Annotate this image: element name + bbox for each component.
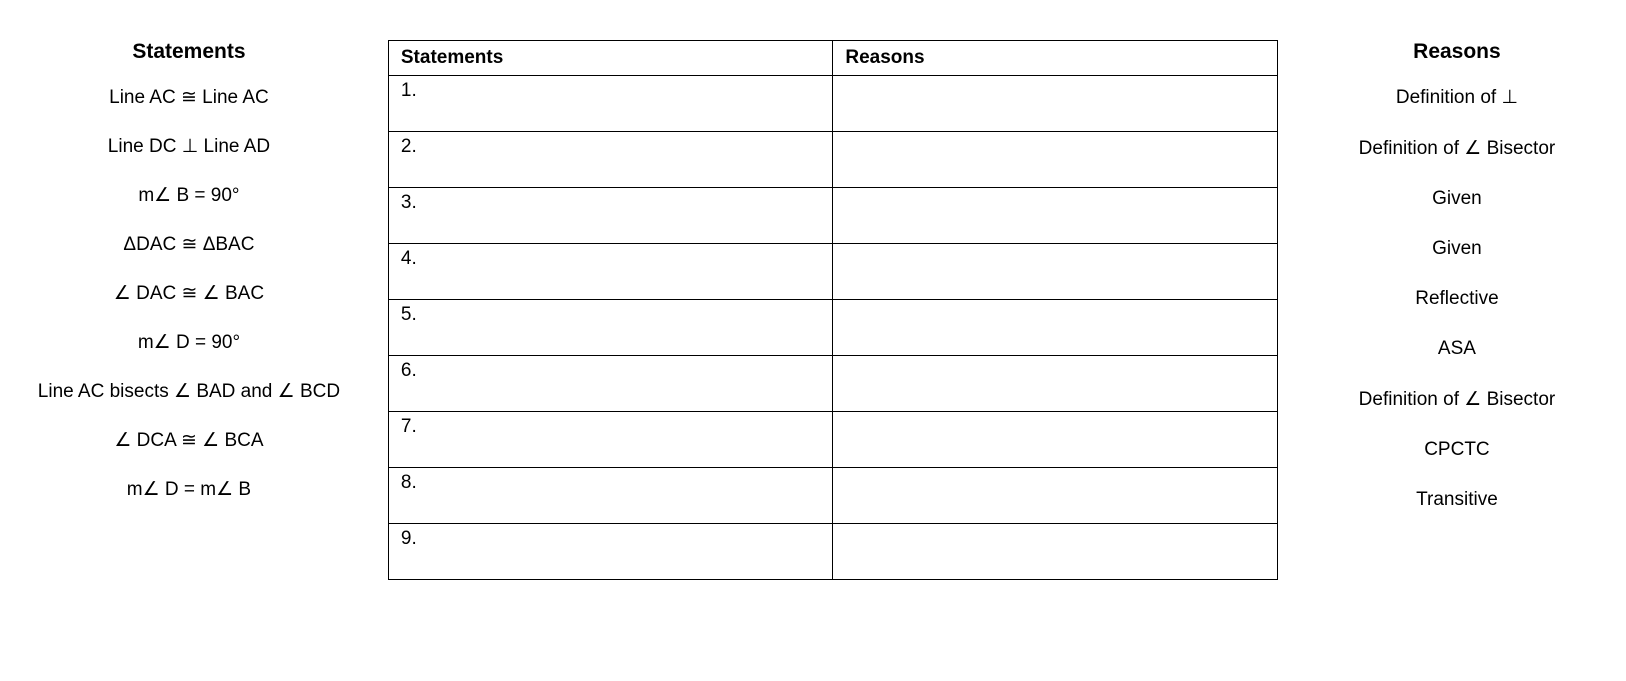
reason-bank-item[interactable]: Given [1308,238,1606,260]
reason-bank-item[interactable]: Transitive [1308,489,1606,511]
proof-table-header-statements: Statements [388,41,833,76]
statements-bank-heading: Statements [20,40,358,64]
statement-cell[interactable]: 5. [388,300,833,356]
proof-table-header-reasons: Reasons [833,41,1278,76]
statement-cell[interactable]: 7. [388,412,833,468]
statement-bank-item[interactable]: ∠ DCA ≅ ∠ BCA [20,429,358,452]
statement-bank-item[interactable]: Line AC bisects ∠ BAD and ∠ BCD [20,380,358,403]
reason-cell[interactable] [833,244,1278,300]
reason-bank-item[interactable]: CPCTC [1308,439,1606,461]
statement-cell[interactable]: 8. [388,468,833,524]
table-row: 6. [388,356,1277,412]
proof-table-header-row: Statements Reasons [388,41,1277,76]
statement-bank-item[interactable]: ∠ DAC ≅ ∠ BAC [20,282,358,305]
reason-cell[interactable] [833,412,1278,468]
reason-cell[interactable] [833,300,1278,356]
reason-bank-item[interactable]: Definition of ∠ Bisector [1308,388,1606,411]
statement-bank-item[interactable]: m∠ D = m∠ B [20,478,358,501]
statement-cell[interactable]: 3. [388,188,833,244]
table-row: 2. [388,132,1277,188]
table-row: 4. [388,244,1277,300]
statement-cell[interactable]: 9. [388,524,833,580]
reasons-bank-heading: Reasons [1308,40,1606,64]
table-row: 1. [388,76,1277,132]
reason-bank-item[interactable]: Given [1308,188,1606,210]
statement-cell[interactable]: 1. [388,76,833,132]
table-row: 3. [388,188,1277,244]
reason-cell[interactable] [833,188,1278,244]
reason-bank-item[interactable]: ASA [1308,338,1606,360]
reason-cell[interactable] [833,356,1278,412]
table-row: 9. [388,524,1277,580]
statements-bank: Statements Line AC ≅ Line AC Line DC ⊥ L… [20,40,358,527]
statement-bank-item[interactable]: Line DC ⊥ Line AD [20,135,358,158]
reason-cell[interactable] [833,132,1278,188]
reasons-bank: Reasons Definition of ⊥ Definition of ∠ … [1308,40,1606,539]
reason-bank-item[interactable]: Reflective [1308,288,1606,310]
table-row: 5. [388,300,1277,356]
reason-cell[interactable] [833,468,1278,524]
proof-table-container: Statements Reasons 1. 2. 3. 4. 5. [388,40,1278,580]
statement-cell[interactable]: 6. [388,356,833,412]
statement-bank-item[interactable]: m∠ D = 90° [20,331,358,354]
table-row: 7. [388,412,1277,468]
reason-bank-item[interactable]: Definition of ∠ Bisector [1308,137,1606,160]
reason-cell[interactable] [833,524,1278,580]
table-row: 8. [388,468,1277,524]
proof-table-body: 1. 2. 3. 4. 5. 6. [388,76,1277,580]
statement-bank-item[interactable]: ΔDAC ≅ ΔBAC [20,233,358,256]
proof-table: Statements Reasons 1. 2. 3. 4. 5. [388,40,1278,580]
reason-bank-item[interactable]: Definition of ⊥ [1308,86,1606,109]
statement-bank-item[interactable]: Line AC ≅ Line AC [20,86,358,109]
reason-cell[interactable] [833,76,1278,132]
statement-bank-item[interactable]: m∠ B = 90° [20,184,358,207]
statement-cell[interactable]: 2. [388,132,833,188]
statement-cell[interactable]: 4. [388,244,833,300]
